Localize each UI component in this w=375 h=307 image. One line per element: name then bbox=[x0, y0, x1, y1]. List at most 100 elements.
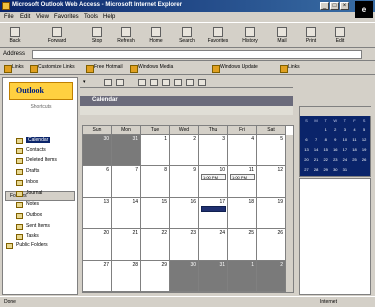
day-number[interactable]: 31 bbox=[219, 262, 225, 268]
date-cell[interactable]: 5 bbox=[360, 126, 369, 134]
date-cell[interactable]: 27 bbox=[302, 166, 311, 174]
close-button[interactable]: × bbox=[340, 2, 349, 10]
menu-edit[interactable]: Edit bbox=[20, 14, 30, 20]
date-cell[interactable]: 8 bbox=[321, 136, 330, 144]
calendar-day-cell[interactable]: 23 bbox=[170, 229, 199, 261]
date-cell[interactable]: 7 bbox=[312, 136, 321, 144]
day-number[interactable]: 7 bbox=[135, 167, 138, 173]
link-customize[interactable]: Customize Links bbox=[30, 64, 75, 73]
new-appointment-icon[interactable] bbox=[104, 79, 112, 86]
date-cell[interactable]: 25 bbox=[350, 156, 359, 164]
calendar-day-cell[interactable]: 1 bbox=[141, 135, 170, 167]
calendar-day-cell[interactable]: 24 bbox=[199, 229, 228, 261]
day-number[interactable]: 17 bbox=[219, 199, 225, 205]
folder-contacts[interactable]: Contacts bbox=[16, 147, 46, 156]
day-number[interactable]: 15 bbox=[161, 199, 167, 205]
day-number[interactable]: 11 bbox=[249, 167, 254, 173]
day-number[interactable]: 1 bbox=[251, 262, 254, 268]
minimize-button[interactable]: _ bbox=[320, 2, 329, 10]
date-cell[interactable]: 21 bbox=[312, 156, 321, 164]
day-number[interactable]: 26 bbox=[277, 230, 283, 236]
day-number[interactable]: 8 bbox=[164, 167, 167, 173]
menu-file[interactable]: File bbox=[4, 14, 14, 20]
day-number[interactable]: 1 bbox=[164, 136, 167, 142]
go-to-date-icon[interactable] bbox=[186, 79, 194, 86]
calendar-day-cell[interactable]: 3 bbox=[199, 135, 228, 167]
date-cell[interactable]: 6 bbox=[302, 136, 311, 144]
calendar-day-cell[interactable]: 4 bbox=[228, 135, 257, 167]
day-number[interactable]: 2 bbox=[280, 262, 283, 268]
calendar-day-cell[interactable]: 30 bbox=[83, 135, 112, 167]
calendar-day-cell[interactable]: 15 bbox=[141, 197, 170, 230]
calendar-day-cell[interactable]: 13 bbox=[83, 197, 112, 230]
forward-button[interactable]: Forward bbox=[44, 26, 70, 46]
day-number[interactable]: 10 bbox=[219, 167, 225, 173]
calendar-day-cell[interactable]: 26 bbox=[257, 229, 286, 261]
day-number[interactable]: 18 bbox=[248, 199, 254, 205]
calendar-day-cell[interactable]: 1 bbox=[228, 260, 257, 292]
menu-help[interactable]: Help bbox=[103, 14, 115, 20]
date-cell[interactable]: 11 bbox=[350, 136, 359, 144]
date-cell[interactable]: 3 bbox=[340, 126, 349, 134]
date-cell[interactable]: 13 bbox=[302, 146, 311, 154]
today-icon[interactable] bbox=[174, 79, 182, 86]
day-number[interactable]: 21 bbox=[132, 230, 138, 236]
folder-journal[interactable]: Journal bbox=[16, 190, 42, 199]
link-hotmail[interactable]: Free Hotmail bbox=[86, 64, 123, 73]
calendar-day-cell[interactable]: 31 bbox=[112, 135, 141, 167]
calendar-day-cell[interactable]: 30 bbox=[170, 260, 199, 292]
date-cell[interactable]: 9 bbox=[331, 136, 340, 144]
link-more[interactable]: Links bbox=[280, 64, 300, 73]
calendar-day-cell[interactable]: 20 bbox=[83, 229, 112, 261]
calendar-day-cell[interactable]: 10 bbox=[199, 166, 228, 198]
date-cell[interactable]: 4 bbox=[350, 126, 359, 134]
day-number[interactable]: 30 bbox=[190, 262, 196, 268]
day-number[interactable]: 16 bbox=[190, 199, 196, 205]
search-button[interactable]: Search bbox=[174, 26, 200, 46]
calendar-day-cell[interactable]: 19 bbox=[257, 197, 286, 230]
calendar-day-cell[interactable]: 6 bbox=[83, 166, 112, 198]
mail-button[interactable]: Mail bbox=[269, 26, 295, 46]
date-cell[interactable]: 28 bbox=[312, 166, 321, 174]
calendar-scrollbar[interactable] bbox=[285, 135, 293, 292]
favorites-button[interactable]: Favorites bbox=[205, 26, 231, 46]
calendar-day-cell[interactable]: 2 bbox=[170, 135, 199, 167]
folder-drafts[interactable]: Drafts bbox=[16, 168, 39, 177]
calendar-day-cell[interactable]: 22 bbox=[141, 229, 170, 261]
folder-outbox[interactable]: Outbox bbox=[16, 212, 42, 221]
date-cell[interactable]: 29 bbox=[321, 166, 330, 174]
folder-notes[interactable]: Notes bbox=[16, 201, 39, 210]
day-view-icon[interactable] bbox=[138, 79, 146, 86]
day-number[interactable]: 31 bbox=[132, 136, 138, 142]
stop-button[interactable]: Stop bbox=[84, 26, 110, 46]
date-cell[interactable]: 2 bbox=[331, 126, 340, 134]
new-menu[interactable]: ▾ bbox=[83, 79, 86, 85]
day-number[interactable]: 29 bbox=[161, 262, 167, 268]
edit-button[interactable]: Edit bbox=[327, 26, 353, 46]
day-number[interactable]: 27 bbox=[103, 262, 109, 268]
date-cell[interactable]: 19 bbox=[360, 146, 369, 154]
day-number[interactable]: 13 bbox=[103, 199, 109, 205]
calendar-day-cell[interactable]: 27 bbox=[83, 260, 112, 292]
week-view-icon[interactable] bbox=[150, 79, 158, 86]
day-number[interactable]: 30 bbox=[103, 136, 109, 142]
day-number[interactable]: 23 bbox=[190, 230, 196, 236]
calendar-day-cell[interactable]: 18 bbox=[228, 197, 257, 230]
day-number[interactable]: 4 bbox=[251, 136, 254, 142]
date-cell[interactable]: 22 bbox=[321, 156, 330, 164]
appointment[interactable]: 1:00 PM bbox=[201, 174, 226, 181]
appointment[interactable] bbox=[201, 205, 226, 212]
day-number[interactable]: 3 bbox=[222, 136, 225, 142]
calendar-day-cell[interactable]: 28 bbox=[112, 260, 141, 292]
calendar-day-cell[interactable]: 2 bbox=[257, 260, 286, 292]
calendar-day-cell[interactable]: 7 bbox=[112, 166, 141, 198]
day-number[interactable]: 5 bbox=[280, 136, 283, 142]
day-number[interactable]: 28 bbox=[132, 262, 138, 268]
calendar-day-cell[interactable]: 11 bbox=[228, 166, 257, 198]
delete-icon[interactable] bbox=[116, 79, 124, 86]
folder-tasks[interactable]: Tasks bbox=[16, 233, 39, 242]
link-windows-media[interactable]: Windows Media bbox=[130, 64, 173, 73]
calendar-day-cell[interactable]: 31 bbox=[199, 260, 228, 292]
folder-public-folders[interactable]: Public Folders bbox=[6, 242, 48, 251]
calendar-day-cell[interactable]: 14 bbox=[112, 197, 141, 230]
